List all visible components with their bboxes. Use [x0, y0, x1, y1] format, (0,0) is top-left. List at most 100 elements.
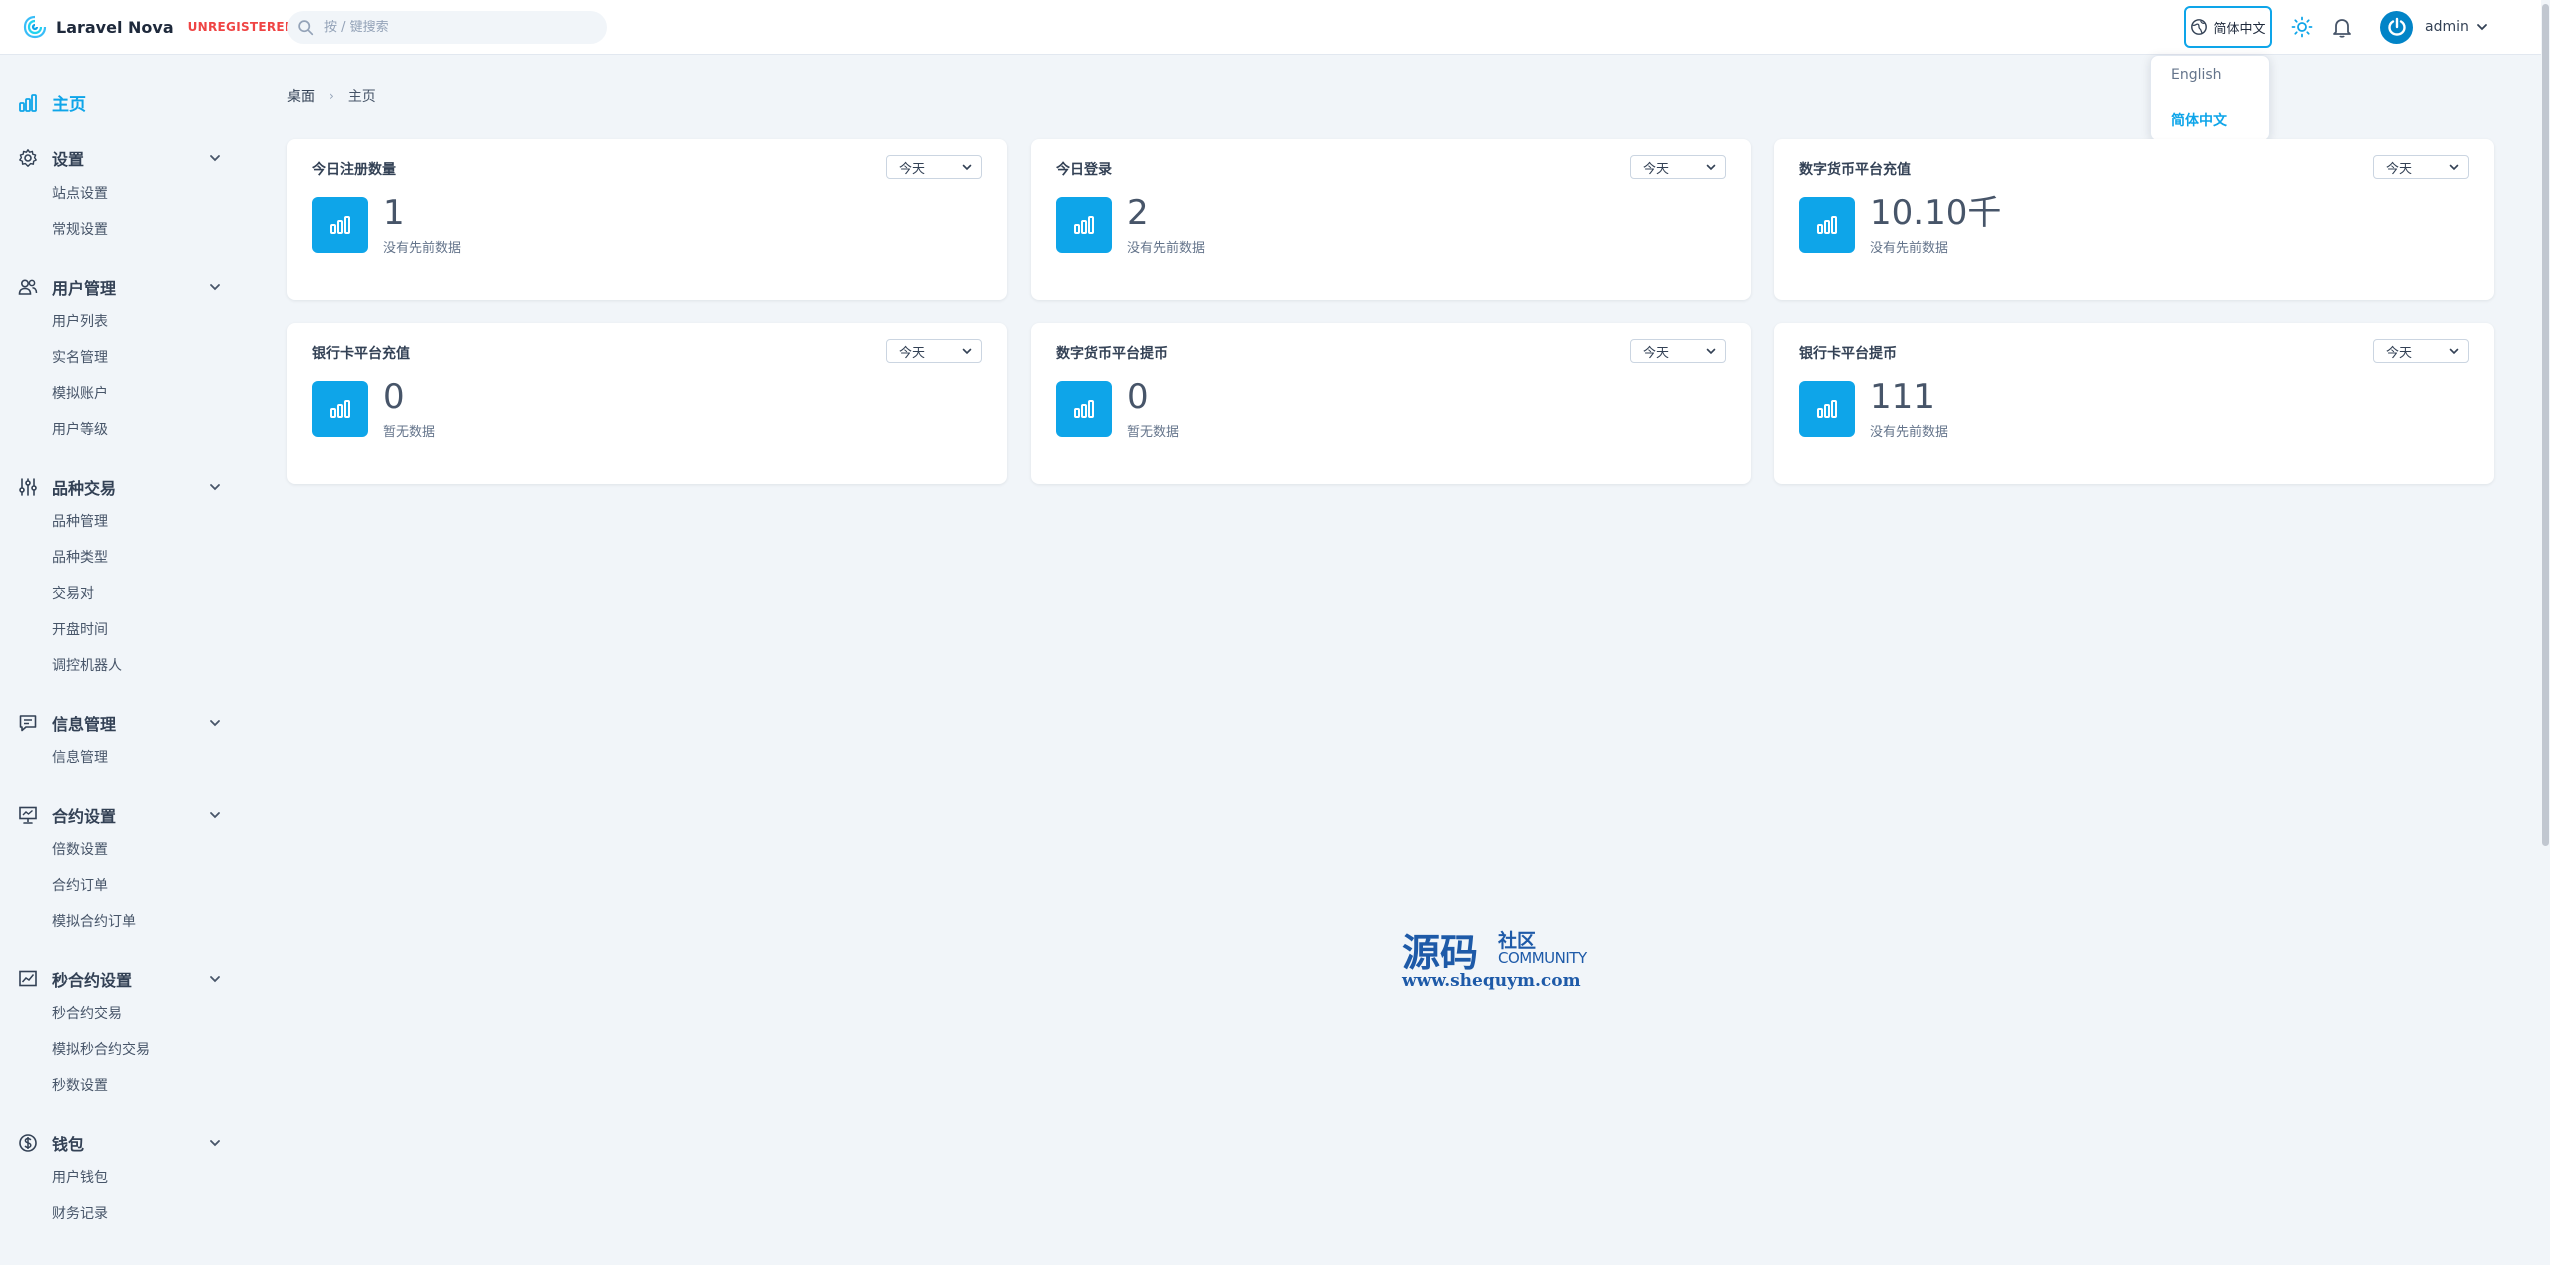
metric-value: 10.10千: [1870, 193, 2002, 233]
user-menu[interactable]: admin: [2380, 10, 2489, 44]
sidebar-item-demo-contract-orders[interactable]: 模拟合约订单: [52, 911, 136, 931]
range-select[interactable]: 今天: [2373, 155, 2469, 179]
bar-chart-icon: [330, 400, 350, 418]
metric-subtitle: 暂无数据: [383, 425, 436, 440]
sidebar-item-user-list[interactable]: 用户列表: [52, 311, 108, 331]
sidebar-home-label: 主页: [52, 95, 86, 115]
sidebar-item-seconds-settings[interactable]: 秒数设置: [52, 1075, 108, 1095]
sidebar-item-trading-pair[interactable]: 交易对: [52, 583, 94, 603]
search-input[interactable]: [324, 20, 584, 35]
sidebar-group-trading[interactable]: 品种交易: [18, 475, 222, 499]
sidebar-item-financial-records[interactable]: 财务记录: [52, 1203, 108, 1223]
sidebar-item-general-settings[interactable]: 常规设置: [52, 219, 108, 239]
watermark-url: www.shequym.com: [1402, 971, 1581, 991]
sidebar-item-demo-second-contract-trade[interactable]: 模拟秒合约交易: [52, 1039, 150, 1059]
sidebar-item-opening-time[interactable]: 开盘时间: [52, 619, 108, 639]
metric-card: 今日注册数量 今天 1 没有先前数据: [287, 139, 1007, 300]
sidebar-item-contract-orders[interactable]: 合约订单: [52, 875, 108, 895]
trend-chart-icon: [19, 970, 37, 987]
range-select[interactable]: 今天: [1630, 339, 1726, 363]
search-icon: [298, 20, 314, 36]
bar-chart-icon: [1817, 216, 1837, 234]
sidebar-item-leverage-settings[interactable]: 倍数设置: [52, 839, 108, 859]
sidebar-group-label: 合约设置: [52, 807, 117, 826]
breadcrumb-root[interactable]: 桌面: [287, 86, 315, 106]
global-search[interactable]: [287, 11, 607, 44]
sidebar-group-label: 钱包: [52, 1135, 85, 1154]
page-scrollbar[interactable]: [2541, 0, 2550, 1265]
metric-card: 今日登录 今天 2 没有先前数据: [1031, 139, 1751, 300]
metric-icon-badge: [1799, 381, 1855, 437]
range-select[interactable]: 今天: [886, 339, 982, 363]
bar-chart-icon: [1817, 400, 1837, 418]
sidebar-group-label: 品种交易: [52, 479, 117, 498]
sidebar-group-settings[interactable]: 设置: [18, 146, 222, 170]
language-option-chinese[interactable]: 简体中文: [2171, 110, 2227, 130]
sidebar-item-user-wallet[interactable]: 用户钱包: [52, 1167, 108, 1187]
bell-icon[interactable]: [2330, 15, 2354, 39]
metric-card: 数字货币平台充值 今天 10.10千 没有先前数据: [1774, 139, 2494, 300]
range-select-value: 今天: [2386, 161, 2413, 177]
card-title: 今日登录: [1056, 162, 1112, 178]
sidebar-item-product-management[interactable]: 品种管理: [52, 511, 108, 531]
metric-subtitle: 暂无数据: [1127, 425, 1180, 440]
gear-icon: [19, 149, 37, 167]
sidebar-item-site-settings[interactable]: 站点设置: [52, 183, 108, 203]
chevron-down-icon: [962, 164, 972, 171]
sidebar-item-user-level[interactable]: 用户等级: [52, 419, 108, 439]
metric-value: 2: [1127, 193, 1149, 233]
sidebar-item-real-name[interactable]: 实名管理: [52, 347, 108, 367]
range-select[interactable]: 今天: [2373, 339, 2469, 363]
app-logo[interactable]: Laravel Nova UNREGISTERED: [22, 14, 295, 40]
range-select-value: 今天: [899, 345, 926, 361]
dollar-icon: [19, 1134, 37, 1152]
nova-logo-icon: [23, 15, 47, 39]
sliders-icon: [19, 478, 37, 496]
card-title: 数字货币平台提币: [1056, 346, 1168, 362]
chevron-down-icon: [2476, 24, 2487, 31]
chevron-down-icon: [210, 976, 220, 983]
breadcrumb-current: 主页: [347, 89, 376, 105]
card-title: 银行卡平台充值: [312, 346, 410, 362]
sidebar-item-home[interactable]: 主页: [18, 90, 86, 115]
metric-subtitle: 没有先前数据: [1870, 241, 1949, 256]
sidebar-group-second-contract[interactable]: 秒合约设置: [18, 967, 222, 991]
metric-icon-badge: [1799, 197, 1855, 253]
watermark-logo: 源码 社区 COMMUNITY www.shequym.com: [1400, 922, 1620, 992]
metric-subtitle: 没有先前数据: [1870, 425, 1949, 440]
metric-value: 1: [383, 193, 405, 233]
chevron-down-icon: [210, 1140, 220, 1147]
sidebar-group-label: 设置: [52, 150, 85, 169]
bar-chart-icon: [330, 216, 350, 234]
chevron-down-icon: [2449, 348, 2459, 355]
sidebar-item-product-type[interactable]: 品种类型: [52, 547, 108, 567]
chevron-down-icon: [962, 348, 972, 355]
breadcrumb: 桌面 › 主页: [287, 86, 376, 106]
users-icon: [18, 279, 38, 295]
sidebar-group-wallet[interactable]: 钱包: [18, 1131, 222, 1155]
sidebar-group-contract-settings[interactable]: 合约设置: [18, 803, 222, 827]
card-title: 今日注册数量: [312, 162, 396, 178]
sidebar-item-second-contract-trade[interactable]: 秒合约交易: [52, 1003, 122, 1023]
chevron-down-icon: [2449, 164, 2459, 171]
sidebar-group-user-management[interactable]: 用户管理: [18, 275, 222, 299]
sidebar-group-messages[interactable]: 信息管理: [18, 711, 222, 735]
sun-icon[interactable]: [2290, 15, 2314, 39]
user-name: admin: [2425, 19, 2469, 35]
sidebar-item-demo-account[interactable]: 模拟账户: [52, 383, 108, 403]
chevron-down-icon: [210, 812, 220, 819]
range-select[interactable]: 今天: [1630, 155, 1726, 179]
language-switcher-button[interactable]: 简体中文: [2184, 6, 2272, 48]
range-select[interactable]: 今天: [886, 155, 982, 179]
license-badge: UNREGISTERED: [187, 20, 296, 34]
sidebar-item-message-management[interactable]: 信息管理: [52, 747, 108, 767]
chevron-down-icon: [210, 155, 220, 162]
language-option-english[interactable]: English: [2171, 67, 2222, 83]
scrollbar-thumb[interactable]: [2542, 4, 2549, 846]
sidebar-item-control-robot[interactable]: 调控机器人: [52, 655, 122, 675]
sidebar-group-label: 信息管理: [52, 715, 117, 734]
chevron-down-icon: [210, 720, 220, 727]
watermark-community: COMMUNITY: [1498, 949, 1587, 967]
message-icon: [19, 715, 37, 732]
top-header: Laravel Nova UNREGISTERED 简体中文: [0, 0, 2550, 55]
